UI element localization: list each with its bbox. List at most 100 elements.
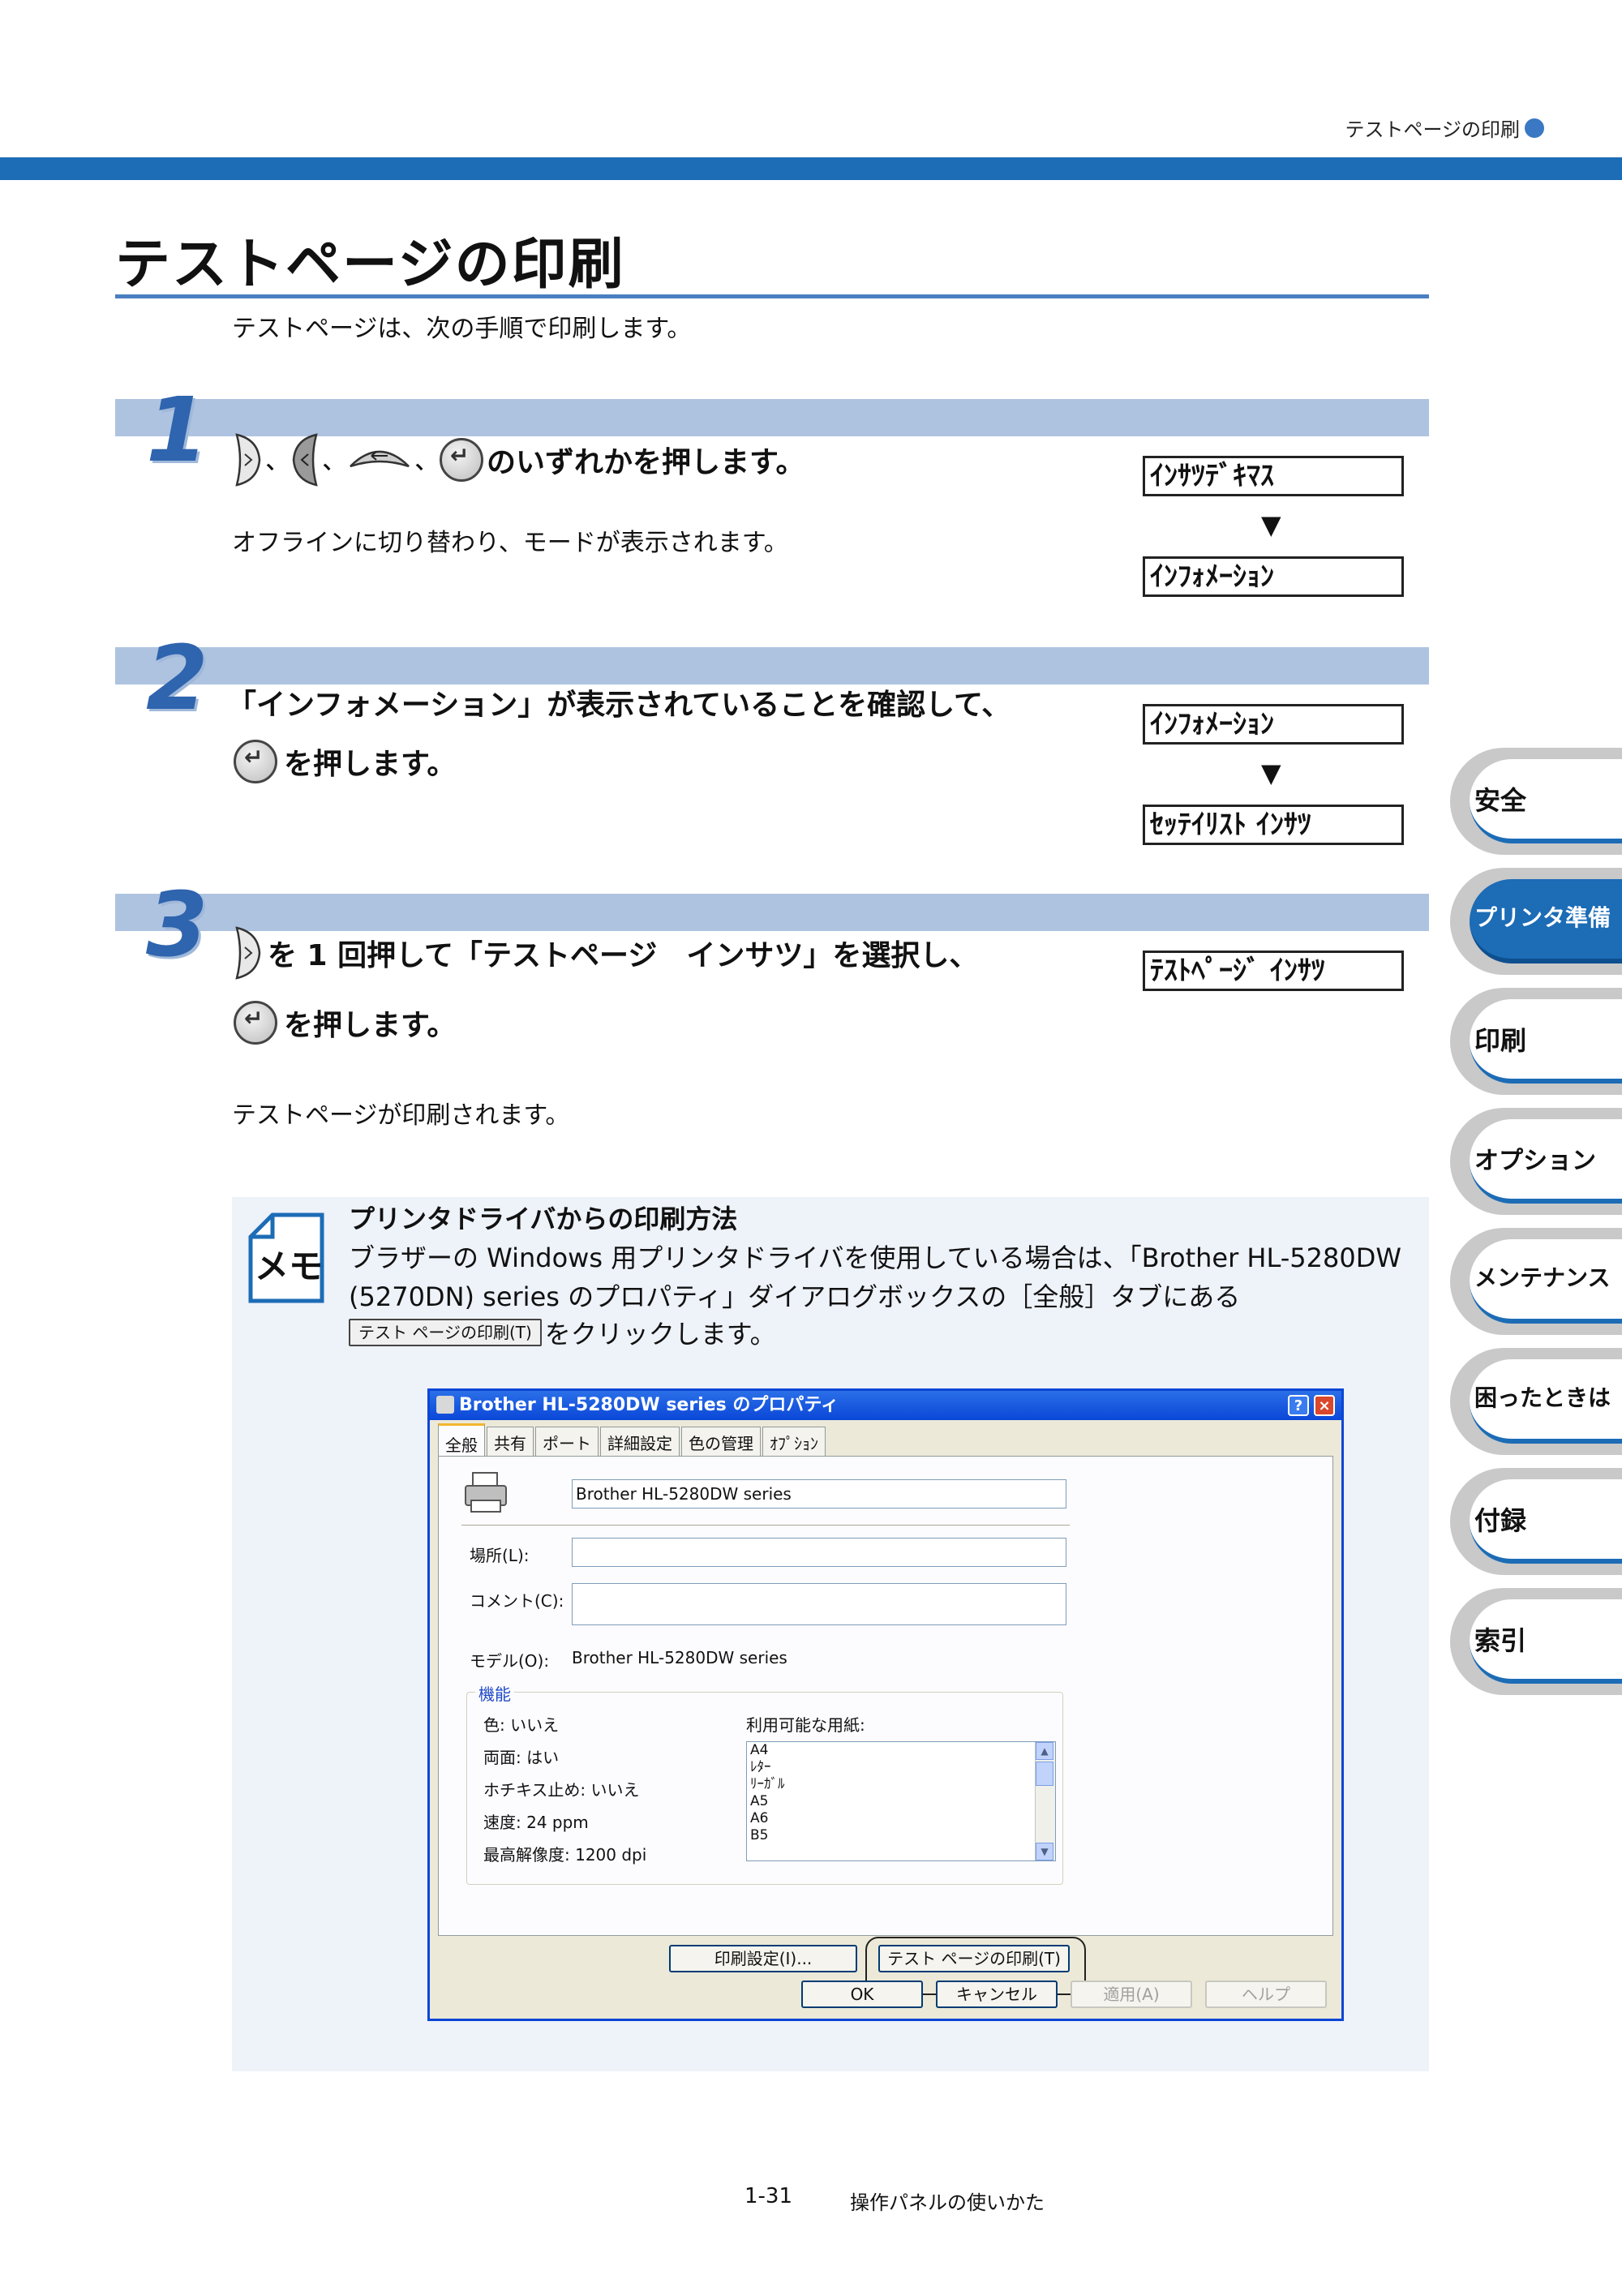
paper-label: 利用可能な用紙:	[746, 1715, 865, 1735]
step-3-heading-line2: を押します。	[234, 1001, 456, 1045]
step-3-body: テストページが印刷されます。	[232, 1101, 570, 1130]
step-1-body: オフラインに切り替わり、モードが表示されます。	[232, 529, 788, 557]
memo-line-1: ブラザーの Windows 用プリンタドライバを使用している場合は、「Broth…	[349, 1242, 1402, 1273]
page-number: 1-31	[744, 2184, 793, 2208]
side-tab-label: メンテナンス	[1474, 1264, 1611, 1291]
tab-general[interactable]: 全般	[438, 1423, 485, 1459]
tab-advanced[interactable]: 詳細設定	[600, 1427, 680, 1459]
close-title-button[interactable]: ×	[1314, 1395, 1335, 1416]
step-2-lcd-2: ｾｯﾃｲﾘｽﾄ ｲﾝｻﾂ	[1143, 805, 1404, 845]
step-2-heading-text: を押します。	[284, 748, 457, 781]
printer-properties-dialog: Brother HL-5280DW series のプロパティ ? × 全般 共…	[427, 1388, 1344, 2021]
memo-line-3: テスト ページの印刷(T) をクリックします。	[349, 1314, 776, 1351]
step-3-heading-line1: を 1 回押して「テストページ インサツ」を選択し、	[234, 925, 978, 981]
step-2-heading-line1: 「インフォメーション」が表示されていることを確認して、	[227, 689, 1011, 722]
list-item[interactable]: ﾚﾀｰ	[747, 1759, 1055, 1776]
feature-color: 色: いいえ	[483, 1715, 560, 1735]
step-3-heading-text-2: を押します。	[284, 1009, 457, 1042]
list-item[interactable]: B5	[747, 1827, 1055, 1844]
running-header-text: テストページの印刷	[1345, 118, 1520, 141]
intro-text: テストページは、次の手順で印刷します。	[232, 315, 692, 343]
go-key-icon	[234, 1001, 277, 1045]
back-key-icon	[350, 450, 410, 468]
list-item[interactable]: A5	[747, 1793, 1055, 1810]
right-arrow-key-icon	[235, 926, 261, 980]
page-title: テストページの印刷	[115, 233, 625, 297]
printer-icon	[465, 1472, 507, 1513]
side-tab-label: 困ったときは	[1474, 1384, 1611, 1411]
comment-input[interactable]	[572, 1583, 1066, 1625]
printer-title-icon	[436, 1396, 454, 1414]
side-tab-label: 索引	[1474, 1625, 1527, 1656]
paper-listbox[interactable]: A4 ﾚﾀｰ ﾘｰｶﾞﾙ A5 A6 B5 ▲ ▼	[746, 1741, 1056, 1861]
step-1-separator-3: 、	[415, 449, 437, 474]
feature-duplex: 両面: はい	[483, 1748, 560, 1767]
step-3-heading-text-1: を 1 回押して「テストページ インサツ」を選択し、	[268, 939, 979, 972]
feature-resolution: 最高解像度: 1200 dpi	[483, 1845, 647, 1865]
side-tab-safety[interactable]: 安全	[1450, 748, 1622, 855]
printer-name-input[interactable]: Brother HL-5280DW series	[572, 1479, 1066, 1508]
scroll-thumb[interactable]	[1036, 1762, 1053, 1786]
side-tab-printer-setup[interactable]: プリンタ準備	[1450, 868, 1622, 975]
ok-button[interactable]: OK	[801, 1981, 923, 2008]
location-input[interactable]	[572, 1538, 1066, 1567]
features-group: 機能 色: いいえ 両面: はい ホチキス止め: いいえ 速度: 24 ppm …	[466, 1681, 1063, 1885]
chapter-name: 操作パネルの使いかた	[850, 2191, 1045, 2214]
dialog-title-bar: Brother HL-5280DW series のプロパティ ? ×	[430, 1391, 1341, 1420]
step-2-down-arrow-icon: ▼	[1261, 757, 1281, 788]
general-tab-panel: Brother HL-5280DW series 場所(L): コメント(C):…	[438, 1456, 1333, 1995]
feature-speed: 速度: 24 ppm	[483, 1813, 589, 1832]
tab-sharing[interactable]: 共有	[487, 1427, 534, 1459]
scroll-down-icon[interactable]: ▼	[1036, 1843, 1053, 1860]
go-key-icon	[440, 438, 484, 482]
dialog-tabs: 全般 共有 ポート 詳細設定 色の管理 ｵﾌﾟｼｮﾝ	[438, 1423, 826, 1459]
side-tab-label: 付録	[1474, 1505, 1527, 1536]
model-value: Brother HL-5280DW series	[572, 1648, 787, 1667]
tab-options[interactable]: ｵﾌﾟｼｮﾝ	[762, 1427, 826, 1459]
comment-label: コメント(C):	[470, 1591, 564, 1611]
cancel-button[interactable]: キャンセル	[936, 1981, 1058, 2008]
location-label: 場所(L):	[470, 1546, 530, 1565]
step-1-heading-text: のいずれかを押します。	[487, 446, 805, 479]
side-tab-label: オプション	[1474, 1147, 1596, 1175]
step-1-lcd-1: ｲﾝｻﾂﾃﾞｷﾏｽ	[1143, 456, 1404, 496]
paper-scrollbar[interactable]: ▲ ▼	[1035, 1742, 1055, 1860]
side-tab-label: 安全	[1474, 785, 1527, 816]
print-settings-button[interactable]: 印刷設定(I)...	[669, 1945, 857, 1972]
list-item[interactable]: A4	[747, 1742, 1055, 1759]
header-bullet-icon	[1525, 118, 1544, 138]
title-underline	[115, 294, 1429, 298]
side-tab-maintenance[interactable]: メンテナンス	[1450, 1228, 1622, 1335]
help-button[interactable]: ヘルプ	[1205, 1981, 1327, 2008]
list-item[interactable]: ﾘｰｶﾞﾙ	[747, 1776, 1055, 1793]
tab-color-management[interactable]: 色の管理	[681, 1427, 761, 1459]
dialog-title: Brother HL-5280DW series のプロパティ	[459, 1395, 839, 1415]
top-color-bar	[0, 157, 1622, 180]
list-item[interactable]: A6	[747, 1810, 1055, 1827]
step-3-lcd-1: ﾃｽﾄﾍﾟｰｼﾞ ｲﾝｻﾂ	[1143, 951, 1404, 991]
side-tab-options[interactable]: オプション	[1450, 1108, 1622, 1215]
feature-staple: ホチキス止め: いいえ	[483, 1780, 640, 1800]
memo-icon-label: メモ	[255, 1247, 324, 1286]
features-legend: 機能	[475, 1681, 514, 1705]
scroll-up-icon[interactable]: ▲	[1036, 1742, 1053, 1760]
side-tab-printing[interactable]: 印刷	[1450, 988, 1622, 1095]
left-arrow-key-icon	[292, 433, 318, 487]
step-1-down-arrow-icon: ▼	[1261, 509, 1281, 540]
step-2-number: 2	[146, 626, 208, 730]
side-tab-index[interactable]: 索引	[1450, 1588, 1622, 1695]
memo-line-2: (5270DN) series のプロパティ」ダイアログボックスの［全般］タブに…	[349, 1281, 1241, 1312]
side-tab-appendix[interactable]: 付録	[1450, 1468, 1622, 1575]
apply-button[interactable]: 適用(A)	[1071, 1981, 1192, 2008]
tab-ports[interactable]: ポート	[535, 1427, 599, 1459]
help-title-button[interactable]: ?	[1288, 1395, 1309, 1416]
step-2-heading-line2: を押します。	[234, 740, 456, 783]
step-3-number: 3	[146, 873, 208, 976]
side-tab-troubleshooting[interactable]: 困ったときは	[1450, 1348, 1622, 1455]
step-2-band	[115, 647, 1429, 685]
right-arrow-key-icon	[235, 433, 261, 487]
step-1-heading: 、 、 、 のいずれかを押します。	[234, 431, 805, 488]
step-1-lcd-2: ｲﾝﾌｫﾒｰｼｮﾝ	[1143, 556, 1404, 597]
memo-line-3-text: をクリックします。	[544, 1319, 776, 1350]
step-1-separator-2: 、	[323, 449, 345, 474]
